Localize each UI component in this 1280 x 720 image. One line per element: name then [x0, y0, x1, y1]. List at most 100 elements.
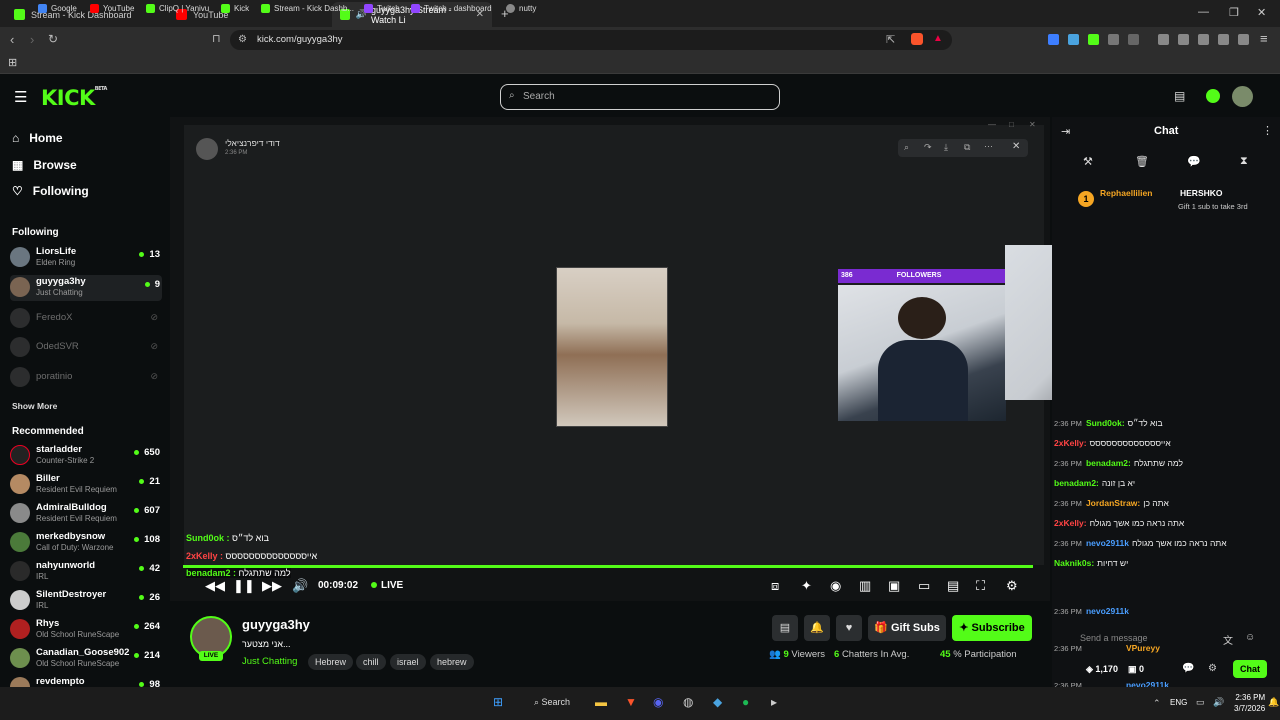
- hammer-icon[interactable]: ⚒: [1083, 155, 1093, 168]
- pause-icon[interactable]: ❚❚: [233, 578, 255, 594]
- sidebar-channel-admiralbulldog[interactable]: AdmiralBulldog Resident Evil Requiem 607: [10, 501, 162, 527]
- volume-icon[interactable]: 🔊: [292, 578, 308, 594]
- follow-button[interactable]: ♥: [836, 615, 862, 641]
- bookmark-youtube[interactable]: YouTube: [90, 4, 134, 13]
- chat-send-button[interactable]: Chat: [1233, 660, 1267, 678]
- streamer-name[interactable]: guyyga3hy: [242, 617, 310, 632]
- back-icon[interactable]: ‹: [10, 32, 14, 47]
- obs-icon[interactable]: ◍: [683, 695, 693, 709]
- minimize-icon[interactable]: —: [1198, 6, 1209, 18]
- playback-progress-bar[interactable]: [183, 565, 1033, 568]
- settings-icon[interactable]: ⚙: [1006, 578, 1018, 594]
- search-input[interactable]: Search: [500, 84, 780, 110]
- brave-shield-icon[interactable]: [911, 33, 923, 45]
- tag-israel[interactable]: israel: [390, 654, 426, 670]
- bookmark-kick[interactable]: Kick: [221, 4, 249, 13]
- chat-username[interactable]: Naknik0s:: [1054, 558, 1094, 568]
- brave-rewards-icon[interactable]: ▲: [933, 33, 943, 44]
- sidebar-channel-poratinio[interactable]: poratinio ⊘: [10, 365, 162, 391]
- bookmark-twitch-dashboard[interactable]: Twitch - dashboard: [411, 4, 492, 13]
- sidebar-channel-silentdestroyer[interactable]: SilentDestroyer IRL 26: [10, 588, 162, 614]
- volume-icon[interactable]: 🔊: [1213, 697, 1224, 708]
- gift-subs-button[interactable]: 🎁 Gift Subs: [868, 615, 946, 641]
- trash-icon[interactable]: 🗑: [1135, 155, 1149, 168]
- windows-start-icon[interactable]: ⊞: [493, 695, 503, 709]
- nav-browse[interactable]: ▦ Browse: [12, 158, 77, 172]
- discord-icon[interactable]: ◉: [653, 695, 663, 709]
- sidebar-channel-nahyunworld[interactable]: nahyunworld IRL 42: [10, 559, 162, 585]
- maximize-icon[interactable]: □: [1009, 120, 1014, 129]
- avatar[interactable]: [1232, 86, 1253, 107]
- extension-icon[interactable]: [1128, 34, 1139, 45]
- chat-username[interactable]: 2xKelly:: [1054, 518, 1087, 528]
- tag-hebrew-lower[interactable]: hebrew: [430, 654, 474, 670]
- bookmark-clipq[interactable]: ClipQ | Yanivu: [146, 4, 209, 13]
- network-icon[interactable]: ▭: [1196, 697, 1205, 708]
- emoji-icon[interactable]: ☺: [1245, 632, 1255, 643]
- chat-username[interactable]: nevo2911k: [1086, 606, 1129, 616]
- extension-icon[interactable]: [1048, 34, 1059, 45]
- sidebar-channel-odedsvr[interactable]: OdedSVR ⊘: [10, 335, 162, 361]
- leo-icon[interactable]: [1218, 34, 1229, 45]
- rewind-icon[interactable]: ◀◀: [205, 578, 225, 594]
- fast-forward-icon[interactable]: ▶▶: [262, 578, 282, 594]
- mini-player-icon[interactable]: ▤: [947, 578, 959, 594]
- wallet-icon[interactable]: [1198, 34, 1209, 45]
- extension-icon[interactable]: [1108, 34, 1119, 45]
- kick-status-icon[interactable]: [1206, 89, 1220, 103]
- site-info-icon[interactable]: ⚙: [238, 34, 247, 45]
- bookmark-google[interactable]: Google: [38, 4, 77, 13]
- apps-icon[interactable]: ⊞: [8, 56, 17, 69]
- more-icon[interactable]: ⋯: [984, 141, 993, 152]
- bookmark-kick-dashboard[interactable]: Stream - Kick Dashb...: [261, 4, 354, 13]
- chat-username[interactable]: VPureyy: [1126, 643, 1160, 653]
- file-explorer-icon[interactable]: ▬: [595, 695, 607, 709]
- tab-kick-dashboard[interactable]: Stream - Kick Dashboard: [6, 2, 166, 27]
- forward-icon[interactable]: ↷: [924, 142, 932, 153]
- settings-icon[interactable]: ⚙: [1208, 663, 1217, 674]
- chat-bubble-icon[interactable]: 💬: [1182, 663, 1194, 674]
- nav-following[interactable]: ♡ Following: [12, 184, 89, 198]
- reload-icon[interactable]: ↻: [48, 32, 58, 46]
- more-icon[interactable]: ⋮: [1262, 124, 1273, 137]
- close-icon[interactable]: ✕: [1012, 141, 1020, 152]
- sidebar-channel-feredox[interactable]: FeredoX ⊘: [10, 306, 162, 332]
- hamburger-menu-icon[interactable]: ☰: [14, 88, 27, 106]
- bookmark-icon[interactable]: ⊓: [212, 32, 221, 45]
- live-indicator[interactable]: LIVE: [371, 580, 403, 591]
- open-icon[interactable]: ⧉: [964, 142, 970, 153]
- cast-icon[interactable]: ▭: [918, 578, 930, 594]
- notifications-button[interactable]: 🔔: [804, 615, 830, 641]
- menu-icon[interactable]: ≡: [1260, 31, 1268, 46]
- taskbar-clock[interactable]: 2:36 PM 3/7/2026: [1234, 692, 1265, 714]
- sidebar-channel-biller[interactable]: Biller Resident Evil Requiem 21: [10, 472, 162, 498]
- chat-username[interactable]: Sund0ok:: [1086, 418, 1125, 428]
- clip-icon[interactable]: ⧈: [771, 578, 779, 594]
- app-icon[interactable]: ◆: [713, 695, 722, 709]
- kick-extension-icon[interactable]: [1088, 34, 1099, 45]
- tag-hebrew[interactable]: Hebrew: [308, 654, 354, 670]
- sidebar-channel-rhys[interactable]: Rhys Old School RuneScape 264: [10, 617, 162, 643]
- stream-category[interactable]: Just Chatting: [242, 656, 297, 667]
- chat-username[interactable]: JordanStraw:: [1086, 498, 1140, 508]
- vpn-icon[interactable]: [1238, 34, 1249, 45]
- sparkle-icon[interactable]: ✦: [801, 578, 812, 594]
- kick-logo[interactable]: KICKBETA: [41, 86, 107, 110]
- taskbar-search[interactable]: ⌕ Search: [534, 697, 570, 708]
- nav-home[interactable]: ⌂ Home: [12, 131, 63, 145]
- show-more-link[interactable]: Show More: [12, 401, 57, 411]
- url-field[interactable]: kick.com/guyyga3hy: [230, 30, 952, 50]
- chat-username[interactable]: nevo2911k: [1086, 538, 1129, 548]
- zoom-icon[interactable]: ⌕: [904, 142, 909, 153]
- chat-bubble-icon[interactable]: 💬: [1187, 155, 1201, 168]
- channel-points[interactable]: ◈ 1,170: [1086, 664, 1118, 675]
- translate-icon[interactable]: [1068, 34, 1079, 45]
- close-window-icon[interactable]: ✕: [1029, 120, 1036, 129]
- sidebar-channel-canadian-goose902[interactable]: Canadian_Goose902 Old School RuneScape 2…: [10, 646, 162, 672]
- forward-icon[interactable]: ›: [30, 32, 34, 47]
- notification-icon[interactable]: 🔔: [1268, 697, 1279, 708]
- brave-icon[interactable]: ▼: [625, 695, 637, 709]
- sidebar-channel-merkedbysnow[interactable]: merkedbysnow Call of Duty: Warzone 108: [10, 530, 162, 556]
- tray-chevron-icon[interactable]: ⌃: [1153, 698, 1161, 709]
- fullscreen-icon[interactable]: ⛶: [976, 578, 985, 594]
